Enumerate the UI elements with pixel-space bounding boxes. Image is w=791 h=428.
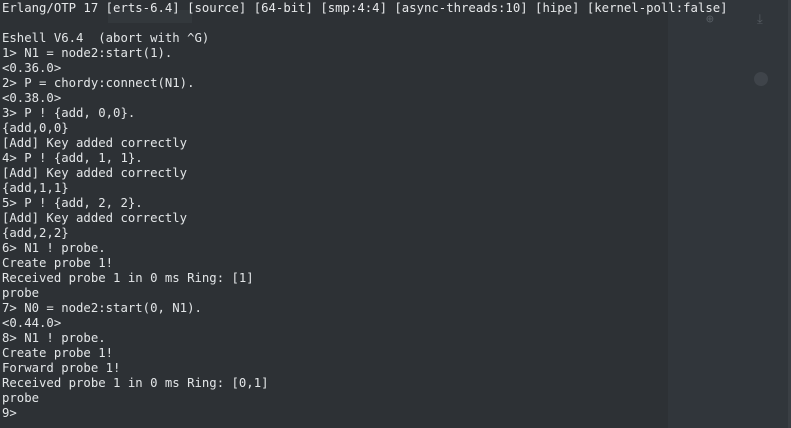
terminal-line: probe [2,391,40,405]
terminal-line: [Add] Key added correctly [2,136,188,150]
terminal-line: probe [2,286,40,300]
shell-prompt[interactable]: 9> [2,406,269,421]
terminal-line: Eshell V6.4 (abort with ^G) [2,31,210,45]
terminal-line: Create probe 1! [2,346,114,360]
background-window-panel [668,0,791,428]
terminal-line: 6> N1 ! probe. [2,241,106,255]
avatar-icon [754,72,768,86]
terminal-line: Forward probe 1! [2,361,121,375]
terminal-line: [Add] Key added correctly [2,166,188,180]
erlang-version-banner: Erlang/OTP 17 [erts-6.4] [source] [64-bi… [2,1,728,15]
download-icon: ⤓ [757,12,763,27]
terminal-line: [Add] Key added correctly [2,211,188,225]
terminal-line: 1> N1 = node2:start(1). [2,46,173,60]
terminal-line: Create probe 1! [2,256,114,270]
terminal-line: Received probe 1 in 0 ms Ring: [0,1] [2,376,269,390]
terminal-line: {add,2,2} [2,226,69,240]
terminal-line: 2> P = chordy:connect(N1). [2,76,195,90]
terminal-line: 7> N0 = node2:start(0, N1). [2,301,202,315]
terminal-line: 8> N1 ! probe. [2,331,106,345]
terminal-line: {add,1,1} [2,181,69,195]
terminal-window[interactable]: ⊕ ⤓ Erlang/OTP 17 [erts-6.4] [source] [6… [0,0,791,428]
terminal-line: 4> P ! {add, 1, 1}. [2,151,143,165]
terminal-line: {add,0,0} [2,121,69,135]
terminal-line: 3> P ! {add, 0,0}. [2,106,136,120]
terminal-line: <0.36.0> [2,61,62,75]
terminal-line: 5> P ! {add, 2, 2}. [2,196,143,210]
terminal-line: <0.44.0> [2,316,62,330]
terminal-output[interactable]: Eshell V6.4 (abort with ^G) 1> N1 = node2… [2,31,269,421]
terminal-line: Received probe 1 in 0 ms Ring: [1] [2,271,254,285]
terminal-line: <0.38.0> [2,91,62,105]
